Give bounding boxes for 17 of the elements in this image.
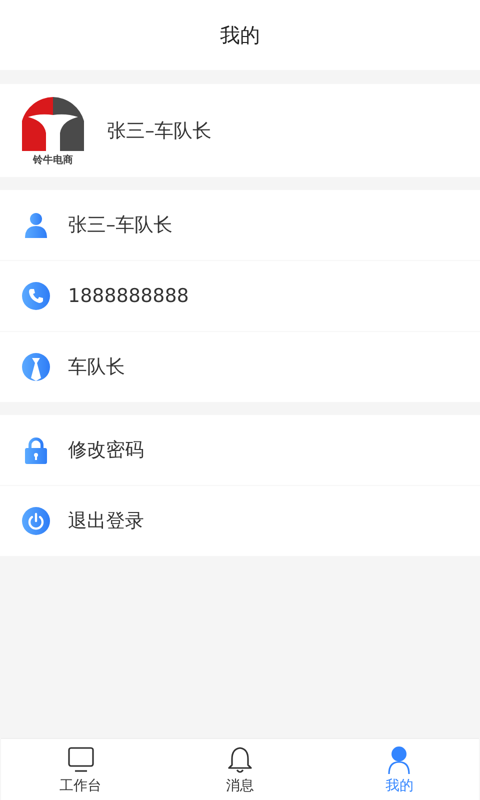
info-text: 车队长	[68, 355, 125, 380]
menu-item[interactable]: 修改密码	[68, 437, 144, 463]
tab[interactable]: 消息	[160, 739, 320, 800]
monitor-icon	[66, 745, 96, 775]
info-text: 张三–车队长	[68, 213, 172, 238]
profile-name: 张三–车队长	[107, 118, 212, 144]
info-text: 1888888888	[68, 285, 189, 307]
tab[interactable]: 工作台	[1, 739, 160, 800]
tab[interactable]: 我的	[320, 739, 479, 800]
power-icon	[22, 507, 50, 535]
company-logo: 铃牛电商	[17, 94, 89, 166]
person-icon	[22, 211, 50, 239]
tie-icon	[22, 353, 50, 381]
phone-icon	[22, 282, 50, 310]
lock-icon	[22, 436, 50, 464]
menu-item[interactable]: 退出登录	[68, 508, 144, 534]
page-title: 我的	[220, 22, 260, 48]
